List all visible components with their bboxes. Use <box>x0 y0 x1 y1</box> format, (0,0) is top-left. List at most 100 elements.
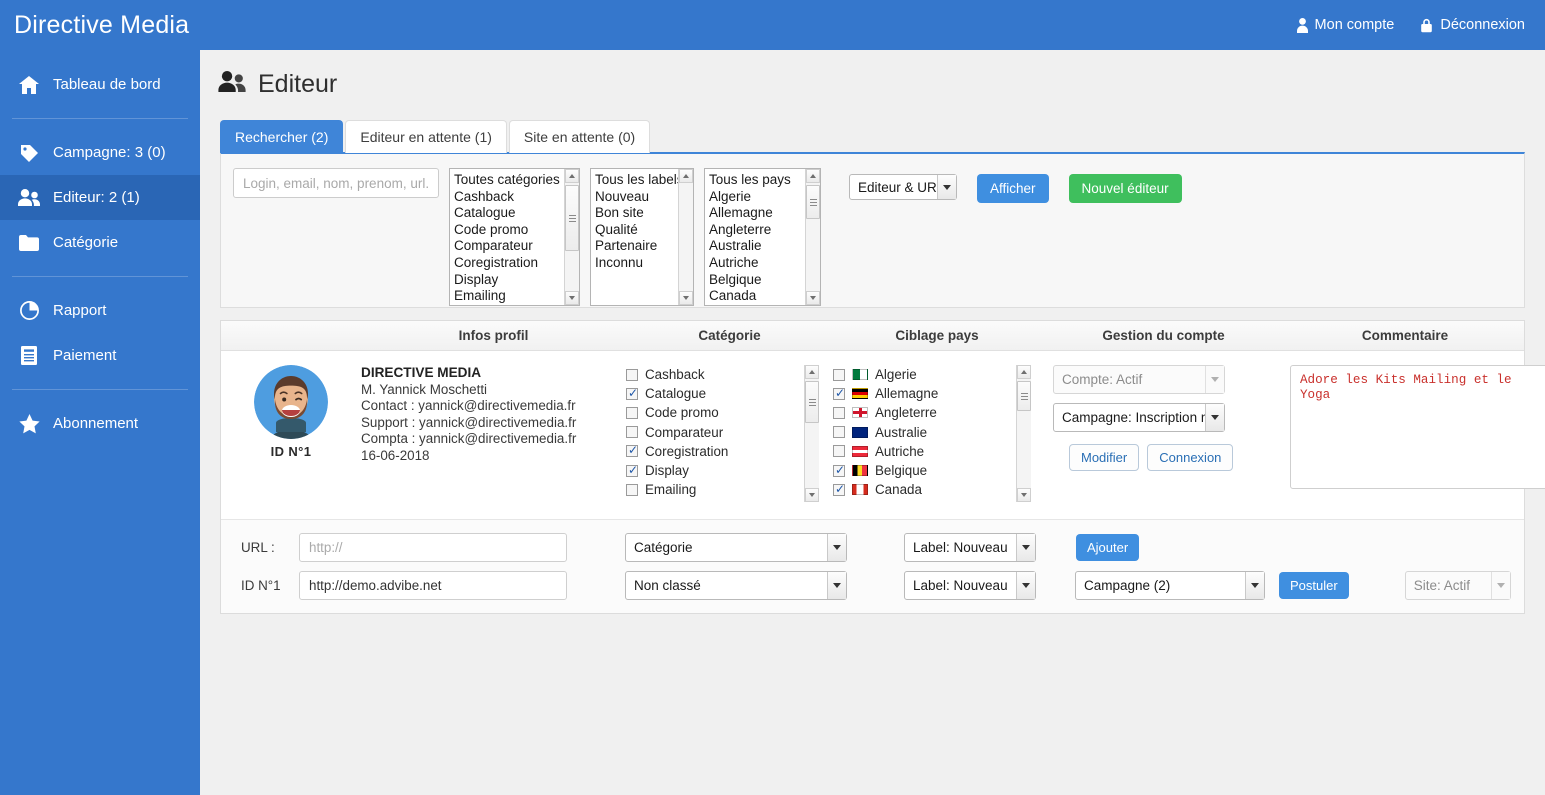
list-item[interactable]: Belgique <box>833 461 1031 480</box>
url-input[interactable] <box>299 532 567 562</box>
category-option[interactable]: Comparateur <box>454 238 579 255</box>
country-option[interactable]: Belgique <box>709 272 820 289</box>
category-option[interactable]: Cashback <box>454 189 579 206</box>
scroll-thumb[interactable] <box>805 381 819 423</box>
list-item[interactable]: Allemagne <box>833 384 1031 403</box>
site-url-input[interactable] <box>299 570 567 600</box>
new-category-select[interactable]: Catégorie <box>625 532 847 562</box>
list-item[interactable]: Display <box>626 461 819 480</box>
list-item[interactable]: Code promo <box>626 403 819 422</box>
checkbox-comparateur[interactable] <box>626 426 638 439</box>
sidebar-item-rapport[interactable]: Rapport <box>0 288 200 333</box>
category-checklist[interactable]: Cashback Catalogue Code promo Comparateu… <box>626 365 819 502</box>
chevron-down-icon[interactable] <box>1490 571 1510 599</box>
category-multiselect[interactable]: Toutes catégories Cashback Catalogue Cod… <box>449 168 580 306</box>
checkbox-autriche[interactable] <box>833 445 845 458</box>
sidebar-item-abonnement[interactable]: Abonnement <box>0 401 200 446</box>
scroll-thumb[interactable] <box>806 185 820 219</box>
country-option[interactable]: Algerie <box>709 189 820 206</box>
country-option[interactable]: Autriche <box>709 255 820 272</box>
list-item[interactable]: Catalogue <box>626 384 819 403</box>
scroll-thumb[interactable] <box>1017 381 1031 411</box>
search-input[interactable] <box>233 168 439 198</box>
sidebar-item-editeur[interactable]: Editeur: 2 (1) <box>0 175 200 220</box>
postuler-button[interactable]: Postuler <box>1279 571 1349 599</box>
chevron-down-icon[interactable] <box>1016 533 1035 561</box>
campaign-status-select[interactable]: Campagne: Inscription m <box>1053 403 1225 432</box>
category-list-scrollbar[interactable] <box>804 365 819 502</box>
scope-select[interactable]: Editeur & URL <box>849 174 957 200</box>
label-multiselect[interactable]: Tous les labels Nouveau Bon site Qualité… <box>590 168 694 306</box>
list-item[interactable]: Coregistration <box>626 442 819 461</box>
tab-rechercher[interactable]: Rechercher (2) <box>220 120 344 153</box>
checkbox-algerie[interactable] <box>833 368 845 381</box>
ajouter-button[interactable]: Ajouter <box>1076 533 1140 561</box>
chevron-down-icon[interactable] <box>937 175 956 199</box>
category-option[interactable]: Code promo <box>454 222 579 239</box>
label-scrollbar[interactable] <box>678 169 693 305</box>
nouvel-editeur-button[interactable]: Nouvel éditeur <box>1068 174 1182 203</box>
country-option[interactable]: Tous les pays <box>709 172 820 189</box>
campaign-select[interactable]: Campagne (2) <box>1075 570 1265 600</box>
sidebar-item-campagne[interactable]: Campagne: 3 (0) <box>0 130 200 175</box>
scroll-down-arrow[interactable] <box>565 291 579 305</box>
country-list-scrollbar[interactable] <box>1016 365 1031 502</box>
modifier-button[interactable]: Modifier <box>1069 444 1140 471</box>
list-item[interactable]: Australie <box>833 423 1031 442</box>
scroll-up-arrow[interactable] <box>805 365 819 379</box>
checkbox-emailing[interactable] <box>626 483 638 496</box>
list-item[interactable]: Angleterre <box>833 403 1031 422</box>
country-option[interactable]: Canada <box>709 288 820 305</box>
list-item[interactable]: Emailing <box>626 480 819 499</box>
checkbox-display[interactable] <box>626 462 639 478</box>
tab-site-en-attente[interactable]: Site en attente (0) <box>508 120 651 153</box>
category-option[interactable]: Emailing <box>454 288 579 305</box>
checkbox-belgique[interactable] <box>833 462 846 478</box>
chevron-down-icon[interactable] <box>827 571 846 599</box>
account-status-select[interactable]: Compte: Actif <box>1053 365 1225 394</box>
chevron-down-icon[interactable] <box>1205 366 1224 393</box>
list-item-partial[interactable] <box>833 499 1031 502</box>
category-option[interactable]: Coregistration <box>454 255 579 272</box>
afficher-button[interactable]: Afficher <box>977 174 1049 203</box>
chevron-down-icon[interactable] <box>1245 571 1264 599</box>
country-checklist[interactable]: Algerie Allemagne Angleterre Australie A… <box>833 365 1031 502</box>
scroll-up-arrow[interactable] <box>1017 365 1031 379</box>
checkbox-australie[interactable] <box>833 426 845 439</box>
checkbox-allemagne[interactable] <box>833 385 846 401</box>
scroll-up-arrow[interactable] <box>679 169 693 183</box>
brand-logo[interactable]: Directive Media <box>0 11 200 40</box>
site-status-select[interactable]: Site: Actif <box>1404 570 1511 600</box>
existing-category-select[interactable]: Non classé <box>625 570 847 600</box>
country-scrollbar[interactable] <box>805 169 820 305</box>
my-account-link[interactable]: Mon compte <box>1296 17 1394 33</box>
chevron-down-icon[interactable] <box>1205 404 1224 431</box>
list-item[interactable]: Comparateur <box>626 423 819 442</box>
scroll-up-arrow[interactable] <box>806 169 820 183</box>
scroll-down-arrow[interactable] <box>1017 488 1031 502</box>
country-multiselect[interactable]: Tous les pays Algerie Allemagne Angleter… <box>704 168 821 306</box>
checkbox-code-promo[interactable] <box>626 406 638 419</box>
checkbox-angleterre[interactable] <box>833 406 845 419</box>
country-option[interactable]: Australie <box>709 238 820 255</box>
list-item[interactable]: Cashback <box>626 365 819 384</box>
country-option[interactable]: Allemagne <box>709 205 820 222</box>
connexion-button[interactable]: Connexion <box>1147 444 1234 471</box>
existing-label-select[interactable]: Label: Nouveau <box>904 570 1036 600</box>
scroll-down-arrow[interactable] <box>805 488 819 502</box>
checkbox-catalogue[interactable] <box>626 385 639 401</box>
checkbox-cashback[interactable] <box>626 368 638 381</box>
checkbox-coregistration[interactable] <box>626 442 639 458</box>
tab-editeur-en-attente[interactable]: Editeur en attente (1) <box>345 120 507 153</box>
category-option[interactable]: Catalogue <box>454 205 579 222</box>
logout-link[interactable]: Déconnexion <box>1420 17 1525 33</box>
list-item[interactable]: Canada <box>833 480 1031 499</box>
country-option[interactable]: Angleterre <box>709 222 820 239</box>
chevron-down-icon[interactable] <box>1016 571 1035 599</box>
list-item-partial[interactable] <box>626 499 819 502</box>
category-option[interactable]: Toutes catégories <box>454 172 579 189</box>
sidebar-item-dashboard[interactable]: Tableau de bord <box>0 62 200 107</box>
checkbox-canada[interactable] <box>833 481 846 497</box>
comment-textarea[interactable]: Adore les Kits Mailing et le Yoga <box>1290 365 1545 489</box>
chevron-down-icon[interactable] <box>827 533 846 561</box>
